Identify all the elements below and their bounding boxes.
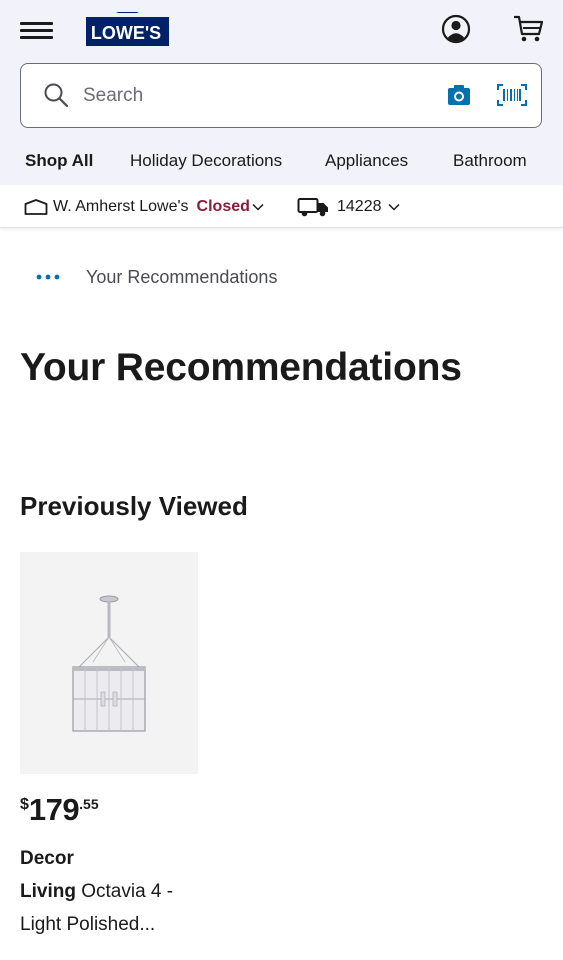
store-name: W. Amherst Lowe's	[53, 198, 189, 215]
product-card[interactable]: $179.55 Decor Living Octavia 4 - Light P…	[20, 552, 198, 960]
account-icon[interactable]	[441, 14, 471, 44]
product-title[interactable]: Decor Living Octavia 4 - Light Polished.…	[20, 842, 198, 941]
search-icon	[44, 83, 69, 108]
product-name: Light Polished...	[20, 914, 156, 935]
truck-icon	[297, 198, 328, 217]
chandelier-image	[72, 595, 146, 732]
more-breadcrumbs-icon[interactable]	[36, 273, 60, 281]
store-status: Closed	[196, 198, 250, 215]
category-shop-all[interactable]: Shop All	[25, 151, 93, 171]
category-appliances[interactable]: Appliances	[325, 151, 408, 171]
product-image[interactable]	[20, 552, 198, 774]
lowes-logo[interactable]: LOWE'S	[86, 12, 169, 46]
breadcrumb: Your Recommendations	[36, 262, 277, 292]
search-box[interactable]	[20, 63, 542, 128]
search-input[interactable]	[83, 78, 413, 114]
delivery-zip-selector[interactable]: 14228	[297, 195, 400, 219]
page-title: Your Recommendations	[20, 346, 462, 389]
cart-icon[interactable]	[512, 14, 544, 44]
store-icon	[24, 199, 48, 215]
category-nav: Shop All Holiday Decorations Appliances …	[0, 142, 563, 182]
camera-icon[interactable]	[447, 84, 471, 106]
price-currency: $	[20, 796, 29, 813]
barcode-scan-icon[interactable]	[497, 84, 527, 106]
category-bathroom[interactable]: Bathroom	[453, 151, 527, 171]
store-bar: W. Amherst Lowe's Closed 14228	[0, 185, 563, 228]
logo-text: LOWE'S	[91, 23, 161, 43]
app-header: LOWE'S Search Shop All Holiday Decoratio…	[0, 0, 563, 185]
breadcrumb-current: Your Recommendations	[86, 266, 278, 287]
price-dollars: 179	[28, 792, 80, 827]
product-price: $179.55	[20, 792, 99, 828]
zip-code: 14228	[337, 198, 382, 215]
price-cents: .55	[79, 796, 99, 812]
product-name: Octavia 4 -	[75, 881, 174, 902]
product-brand: Living	[20, 881, 76, 902]
section-title: Previously Viewed	[20, 491, 248, 521]
store-selector[interactable]: W. Amherst Lowe's Closed	[24, 195, 264, 219]
hamburger-menu-icon[interactable]	[20, 20, 53, 40]
product-brand: Decor	[20, 848, 74, 869]
chevron-down-icon	[387, 203, 400, 211]
chevron-down-icon	[252, 203, 264, 211]
category-holiday-decorations[interactable]: Holiday Decorations	[130, 151, 282, 171]
